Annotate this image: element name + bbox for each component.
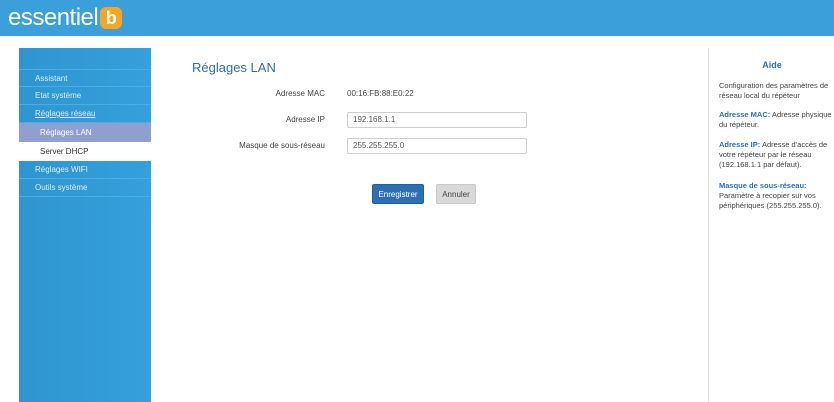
- ip-address-input[interactable]: 192.168.1.1: [347, 112, 527, 128]
- top-header-bar: essentiel b: [0, 0, 834, 36]
- help-title: Aide: [762, 60, 782, 70]
- subnet-mask-label: Masque de sous-réseau: [239, 141, 325, 150]
- essentiel-b-logo: essentiel b: [8, 3, 123, 33]
- sidebar-subitem-server-dhcp[interactable]: Server DHCP: [19, 142, 151, 161]
- help-panel: Aide Configuration des paramètres de rés…: [708, 48, 834, 402]
- help-mask-section: Masque de sous-réseau: Paramètre à recop…: [719, 181, 833, 211]
- main-panel: Réglages LAN Adresse MAC 00:16:FB:88:E0:…: [151, 48, 707, 402]
- logo-text: essentiel: [8, 4, 99, 31]
- help-ip-term: Adresse IP:: [719, 140, 761, 149]
- cancel-button[interactable]: Annuler: [436, 184, 476, 204]
- help-mask-term: Masque de sous-réseau:: [719, 181, 807, 190]
- save-button[interactable]: Enregistrer: [372, 184, 424, 204]
- help-intro: Configuration des paramètres de réseau l…: [719, 81, 829, 100]
- sidebar-item-etat-systeme[interactable]: Etat système: [19, 87, 151, 105]
- sidebar-item-label: Réglages WIFI: [35, 165, 88, 174]
- ip-address-label: Adresse IP: [285, 115, 325, 124]
- sidebar-item-outils-systeme[interactable]: Outils système: [19, 179, 151, 197]
- sidebar-item-reglages-wifi[interactable]: Réglages WIFI: [19, 161, 151, 179]
- sidebar-subitem-reglages-lan[interactable]: Réglages LAN: [19, 123, 151, 142]
- help-mac-section: Adresse MAC: Adresse physique du répéteu…: [719, 110, 833, 130]
- sidebar-item-label: Réglages LAN: [40, 128, 92, 137]
- sidebar: Assistant Etat système Réglages réseau R…: [19, 48, 152, 402]
- header-separator: [0, 36, 834, 48]
- mac-address-label: Adresse MAC: [275, 89, 325, 98]
- page-title: Réglages LAN: [192, 60, 276, 75]
- help-mask-text: Paramètre à recopier sur vos périphériqu…: [719, 191, 822, 210]
- help-mac-term: Adresse MAC:: [719, 110, 771, 119]
- sidebar-item-label: Server DHCP: [40, 147, 89, 156]
- sidebar-item-label: Outils système: [35, 183, 88, 192]
- subnet-mask-input[interactable]: 255.255.255.0: [347, 138, 527, 154]
- sidebar-item-assistant[interactable]: Assistant: [19, 69, 151, 87]
- mac-address-value: 00:16:FB:88:E0:22: [347, 89, 414, 98]
- logo-badge-icon: b: [100, 7, 123, 29]
- help-ip-section: Adresse IP: Adresse d'accès de votre rép…: [719, 140, 833, 170]
- sidebar-item-label: Etat système: [35, 91, 82, 100]
- sidebar-item-label: Réglages réseau: [35, 109, 96, 118]
- sidebar-nav: Assistant Etat système Réglages réseau R…: [19, 69, 151, 197]
- sidebar-item-label: Assistant: [35, 74, 68, 83]
- sidebar-item-reglages-reseau[interactable]: Réglages réseau: [19, 105, 151, 123]
